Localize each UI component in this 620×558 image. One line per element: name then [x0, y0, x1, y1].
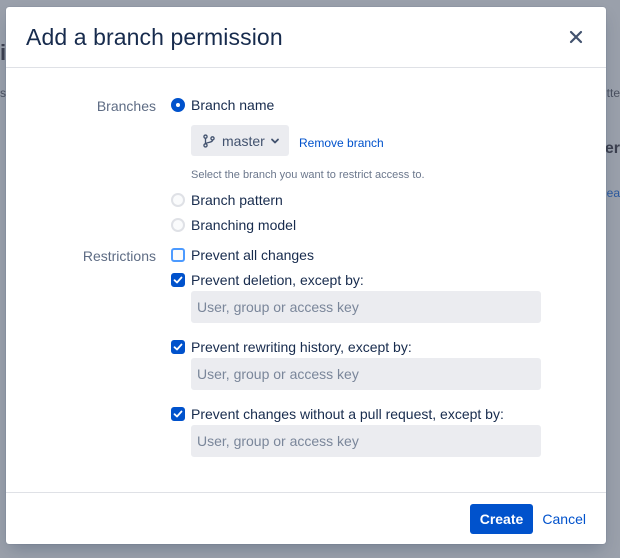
- radio-label: Branch pattern: [191, 192, 283, 208]
- checkbox-label: Prevent rewriting history, except by:: [191, 339, 412, 355]
- checkbox-checked[interactable]: [171, 407, 185, 421]
- branch-permission-dialog: Add a branch permission Branches Branch …: [6, 7, 606, 544]
- radio-branch-pattern[interactable]: Branch pattern: [171, 191, 283, 209]
- dialog-header: Add a branch permission: [6, 7, 606, 68]
- remove-branch-link[interactable]: Remove branch: [299, 136, 384, 150]
- dialog-title: Add a branch permission: [26, 24, 283, 50]
- branches-label: Branches: [96, 98, 156, 114]
- radio-label: Branch name: [191, 97, 275, 113]
- checkbox[interactable]: [171, 248, 185, 262]
- branch-selector-button[interactable]: master: [191, 125, 289, 156]
- close-button[interactable]: [566, 27, 586, 47]
- checkbox-label: Prevent changes without a pull request, …: [191, 406, 504, 422]
- create-button[interactable]: Create: [470, 504, 533, 534]
- chevron-down-icon: [270, 138, 279, 143]
- checkmark-icon: [173, 343, 183, 351]
- restrictions-label: Restrictions: [82, 248, 156, 264]
- checkbox-prevent-all-changes[interactable]: Prevent all changes: [171, 246, 314, 264]
- checkbox-label: Prevent deletion, except by:: [191, 272, 364, 288]
- dialog-footer: Create Cancel: [6, 492, 606, 544]
- checkmark-icon: [173, 410, 183, 418]
- selected-branch-label: master: [222, 132, 265, 149]
- radio-button-selected[interactable]: [171, 98, 185, 112]
- checkbox-prevent-deletion[interactable]: Prevent deletion, except by:: [171, 271, 364, 289]
- deletion-exceptions-input[interactable]: [191, 291, 541, 323]
- background-heading-fragment: er: [604, 140, 620, 157]
- branch-helper-text: Select the branch you want to restrict a…: [191, 169, 425, 181]
- cancel-button[interactable]: Cancel: [536, 504, 592, 534]
- rewriting-history-exceptions-input[interactable]: [191, 358, 541, 390]
- checkbox-label: Prevent all changes: [191, 247, 314, 263]
- background-link-fragment: ea: [606, 186, 620, 200]
- branch-icon: [203, 133, 215, 148]
- checkmark-icon: [173, 276, 183, 284]
- checkbox-prevent-changes-without-pr[interactable]: Prevent changes without a pull request, …: [171, 405, 504, 423]
- checkbox-checked[interactable]: [171, 340, 185, 354]
- background-text-fragment-right: tte: [606, 86, 620, 100]
- radio-button[interactable]: [171, 218, 185, 232]
- close-icon: [569, 30, 583, 44]
- radio-button[interactable]: [171, 193, 185, 207]
- checkbox-checked[interactable]: [171, 273, 185, 287]
- radio-branching-model[interactable]: Branching model: [171, 216, 296, 234]
- radio-branch-name[interactable]: Branch name: [171, 96, 274, 114]
- pull-request-exceptions-input[interactable]: [191, 425, 541, 457]
- radio-label: Branching model: [191, 217, 297, 233]
- checkbox-prevent-rewriting-history[interactable]: Prevent rewriting history, except by:: [171, 338, 412, 356]
